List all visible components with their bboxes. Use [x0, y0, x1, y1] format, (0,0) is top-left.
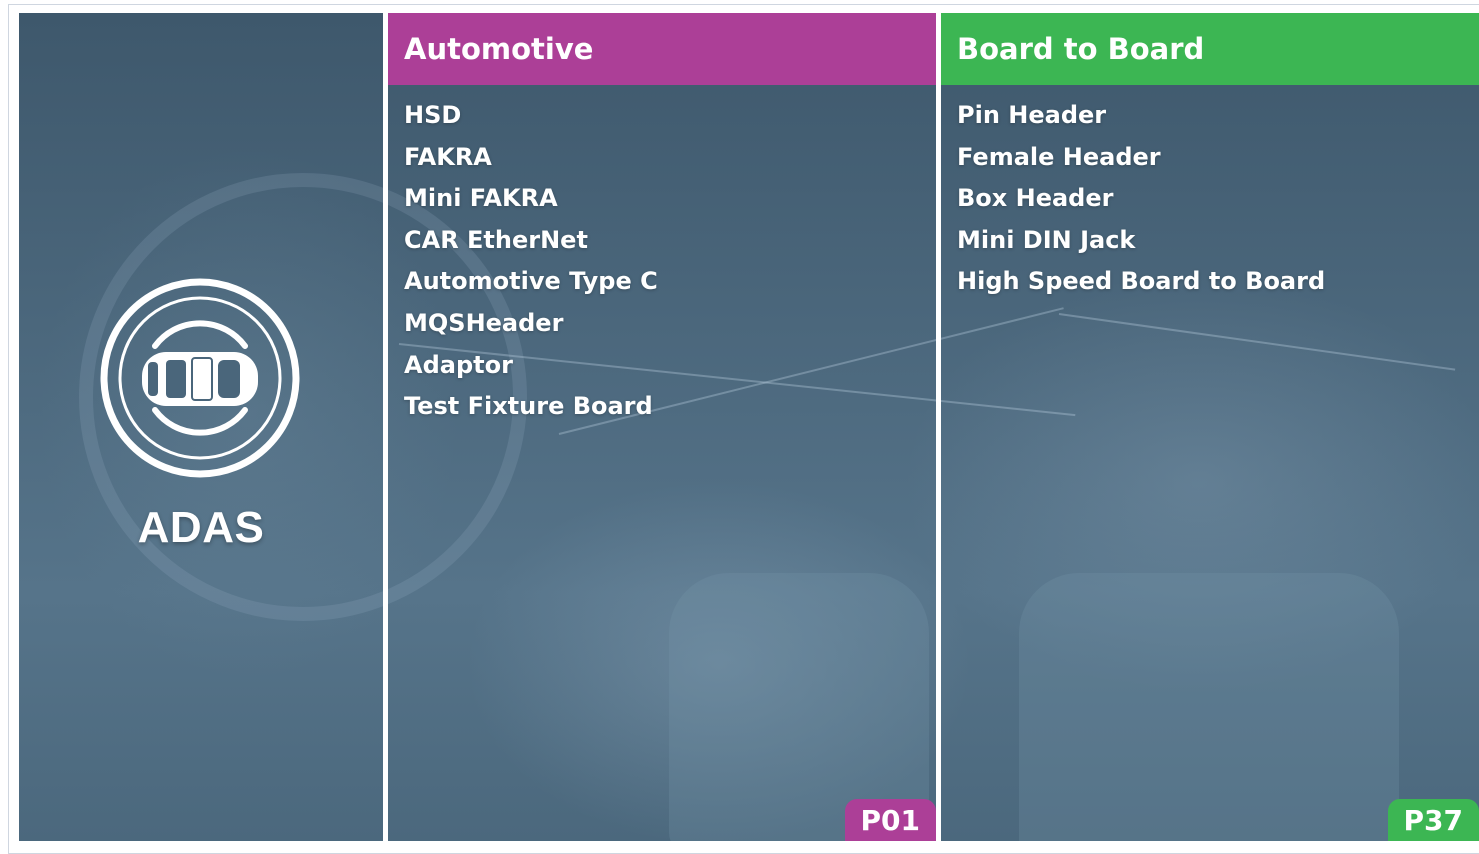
list-item[interactable]: Mini DIN Jack: [957, 220, 1479, 262]
list-item[interactable]: High Speed Board to Board: [957, 261, 1479, 303]
page-badge-automotive[interactable]: P01: [845, 799, 937, 841]
list-item[interactable]: Pin Header: [957, 95, 1479, 137]
list-item[interactable]: FAKRA: [404, 137, 936, 179]
catalog-banner: ADAS Automotive HSD FAKRA Mini FAKRA CAR…: [19, 13, 1479, 841]
adas-panel: ADAS: [19, 13, 383, 841]
list-item[interactable]: CAR EtherNet: [404, 220, 936, 262]
category-header-automotive[interactable]: Automotive: [388, 13, 936, 85]
board-to-board-item-list: Pin Header Female Header Box Header Mini…: [941, 85, 1479, 303]
category-board-to-board: Board to Board Pin Header Female Header …: [941, 13, 1479, 841]
list-item[interactable]: HSD: [404, 95, 936, 137]
category-header-board-to-board[interactable]: Board to Board: [941, 13, 1479, 85]
list-item[interactable]: Test Fixture Board: [404, 386, 936, 428]
category-automotive: Automotive HSD FAKRA Mini FAKRA CAR Ethe…: [388, 13, 936, 841]
list-item[interactable]: Adaptor: [404, 345, 936, 387]
automotive-item-list: HSD FAKRA Mini FAKRA CAR EtherNet Automo…: [388, 85, 936, 428]
car-target-icon: [100, 278, 300, 478]
list-item[interactable]: Box Header: [957, 178, 1479, 220]
list-item[interactable]: Automotive Type C: [404, 261, 936, 303]
list-item[interactable]: Female Header: [957, 137, 1479, 179]
list-item[interactable]: MQSHeader: [404, 303, 936, 345]
adas-title: ADAS: [19, 503, 383, 553]
list-item[interactable]: Mini FAKRA: [404, 178, 936, 220]
page-badge-board-to-board[interactable]: P37: [1388, 799, 1479, 841]
